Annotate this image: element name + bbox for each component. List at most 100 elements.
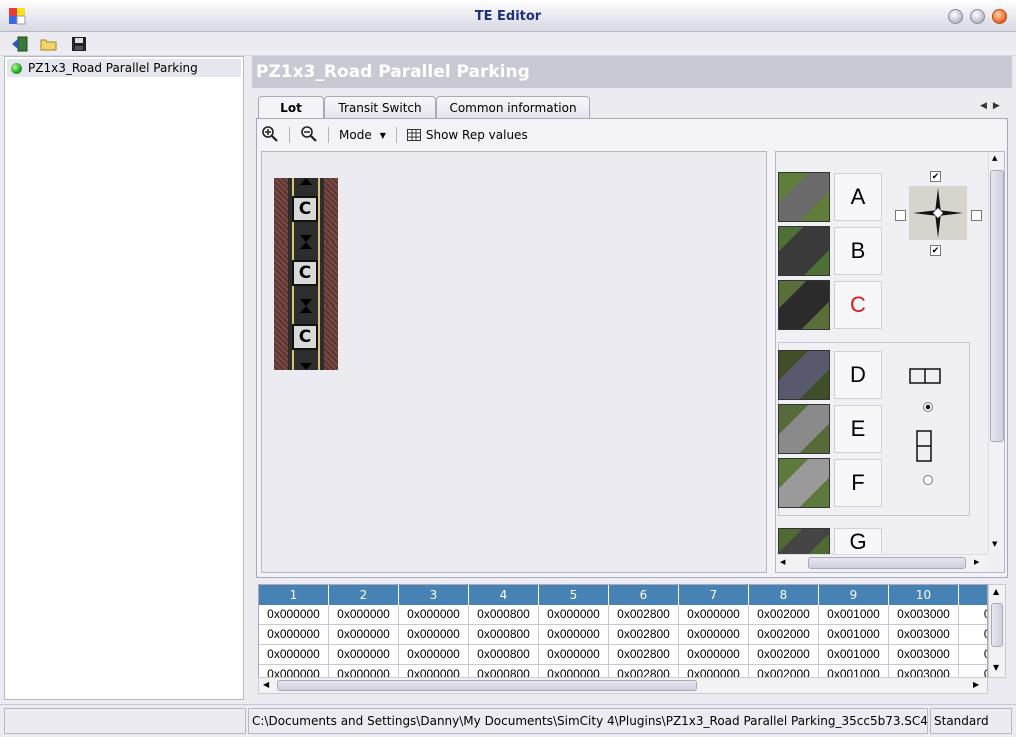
palette-vertical-scrollbar[interactable]: ▲ ▼ xyxy=(988,152,1004,552)
grid-column-header[interactable]: 4 xyxy=(469,585,539,605)
palette-letter-c[interactable]: C xyxy=(834,281,882,329)
table-cell[interactable]: 0x000000 xyxy=(259,645,329,665)
table-cell[interactable]: 0x000000 xyxy=(399,625,469,645)
palette-letter-g[interactable]: G xyxy=(834,528,882,556)
palette-letter-f[interactable]: F xyxy=(834,459,882,507)
table-cell[interactable]: 0x000800 xyxy=(469,625,539,645)
table-cell[interactable]: 0x002000 xyxy=(749,645,819,665)
table-cell[interactable]: 0x000000 xyxy=(539,645,609,665)
exit-button[interactable] xyxy=(10,35,30,53)
tab-right-arrow-icon[interactable]: ▶ xyxy=(993,101,1000,111)
table-cell[interactable]: 0x000000 xyxy=(399,645,469,665)
lot-map-view[interactable]: C C C xyxy=(261,151,767,573)
grid-column-header[interactable]: 2 xyxy=(329,585,399,605)
grid-column-header[interactable]: 10 xyxy=(889,585,959,605)
scroll-down-arrow-icon[interactable]: ▼ xyxy=(992,540,997,548)
grid-scroll-left-arrow-icon[interactable]: ◀ xyxy=(263,680,269,689)
vertical-split-radio[interactable] xyxy=(923,475,933,485)
grid-column-header[interactable]: 6 xyxy=(609,585,679,605)
grid-vertical-scrollbar[interactable]: ▲ ▼ xyxy=(988,584,1006,678)
palette-vertical-scroll-thumb[interactable] xyxy=(990,170,1004,442)
table-cell[interactable]: 0x000000 xyxy=(329,605,399,625)
grid-scroll-down-arrow-icon[interactable]: ▼ xyxy=(993,663,999,672)
grid-column-header[interactable]: 1 xyxy=(259,585,329,605)
table-cell[interactable]: 0x000800 xyxy=(469,605,539,625)
south-checkbox[interactable]: ✔ xyxy=(930,245,941,256)
palette-letter-d[interactable]: D xyxy=(834,351,882,399)
scroll-left-arrow-icon[interactable]: ◀ xyxy=(780,558,785,566)
table-row[interactable]: 0x000000 0x000000 0x000000 0x000800 0x000000… xyxy=(259,605,987,625)
table-cell[interactable]: 0x000000 xyxy=(539,605,609,625)
table-cell[interactable]: 0x0 xyxy=(959,645,987,665)
horizontal-split-radio[interactable] xyxy=(923,402,933,412)
table-cell[interactable]: 0x002800 xyxy=(609,605,679,625)
table-cell[interactable]: 0x000800 xyxy=(469,645,539,665)
palette-horizontal-scrollbar[interactable]: ◀ ▶ xyxy=(776,554,988,570)
scroll-right-arrow-icon[interactable]: ▶ xyxy=(974,558,979,566)
tab-transit-switch[interactable]: Transit Switch xyxy=(324,96,436,118)
palette-image-d[interactable] xyxy=(778,350,830,400)
table-cell[interactable]: 0x000000 xyxy=(679,605,749,625)
show-rep-values-button[interactable]: Show Rep values xyxy=(406,128,528,142)
palette-letter-a[interactable]: A xyxy=(834,173,882,221)
grid-column-header[interactable]: 9 xyxy=(819,585,889,605)
tab-lot[interactable]: Lot xyxy=(258,96,324,119)
mode-dropdown[interactable]: Mode ▼ xyxy=(339,128,386,142)
grid-column-header[interactable]: 5 xyxy=(539,585,609,605)
table-cell[interactable]: 0x002000 xyxy=(749,605,819,625)
east-checkbox[interactable] xyxy=(971,210,982,221)
grid-vertical-scroll-thumb[interactable] xyxy=(991,603,1003,647)
table-row[interactable]: 0x000000 0x000000 0x000000 0x000800 0x000000… xyxy=(259,645,987,665)
scroll-up-arrow-icon[interactable]: ▲ xyxy=(992,154,997,162)
lot-tile[interactable]: C xyxy=(274,242,338,306)
palette-horizontal-scroll-thumb[interactable] xyxy=(808,557,966,569)
table-cell[interactable]: 0x000000 xyxy=(259,625,329,645)
lot-tile[interactable]: C xyxy=(274,178,338,242)
table-cell[interactable]: 0x0 xyxy=(959,625,987,645)
tab-common-information[interactable]: Common information xyxy=(436,96,590,118)
table-cell[interactable]: 0x003000 xyxy=(889,625,959,645)
open-button[interactable] xyxy=(39,35,59,53)
save-button[interactable] xyxy=(69,35,89,53)
table-row[interactable]: 0x000000 0x000000 0x000000 0x000800 0x000000… xyxy=(259,625,987,645)
tree-item-lot[interactable]: PZ1x3_Road Parallel Parking xyxy=(7,59,241,77)
grid-column-header[interactable]: 7 xyxy=(679,585,749,605)
palette-letter-e[interactable]: E xyxy=(834,405,882,453)
table-cell[interactable]: 0x001000 xyxy=(819,605,889,625)
table-cell[interactable]: 0x002800 xyxy=(609,625,679,645)
grid-column-header[interactable]: 8 xyxy=(749,585,819,605)
palette-image-b[interactable] xyxy=(778,226,830,276)
palette-letter-b[interactable]: B xyxy=(834,227,882,275)
table-cell[interactable]: 0x000000 xyxy=(329,645,399,665)
close-button[interactable] xyxy=(992,9,1007,24)
table-cell[interactable]: 0x000000 xyxy=(679,625,749,645)
west-checkbox[interactable] xyxy=(895,210,906,221)
table-cell[interactable]: 0x000000 xyxy=(329,625,399,645)
maximize-button[interactable] xyxy=(970,9,985,24)
grid-horizontal-scrollbar[interactable]: ◀ ▶ xyxy=(258,677,988,694)
palette-image-c[interactable] xyxy=(778,280,830,330)
zoom-in-button[interactable] xyxy=(261,125,279,146)
tab-left-arrow-icon[interactable]: ◀ xyxy=(980,101,987,111)
table-cell[interactable]: 0x003000 xyxy=(889,605,959,625)
table-cell[interactable]: 0x001000 xyxy=(819,645,889,665)
table-cell[interactable]: 0x003000 xyxy=(889,645,959,665)
table-cell[interactable]: 0x000000 xyxy=(679,645,749,665)
table-cell[interactable]: 0x001000 xyxy=(819,625,889,645)
grid-column-header[interactable]: 3 xyxy=(399,585,469,605)
lot-tile-selected[interactable]: C xyxy=(274,306,338,370)
minimize-button[interactable] xyxy=(948,9,963,24)
palette-image-a[interactable] xyxy=(778,172,830,222)
table-cell[interactable]: 0x0 xyxy=(959,605,987,625)
table-cell[interactable]: 0x002800 xyxy=(609,645,679,665)
grid-scroll-right-arrow-icon[interactable]: ▶ xyxy=(973,680,979,689)
grid-scroll-up-arrow-icon[interactable]: ▲ xyxy=(993,587,999,596)
table-cell[interactable]: 0x000000 xyxy=(539,625,609,645)
zoom-out-button[interactable] xyxy=(300,125,318,146)
grid-column-header[interactable]: 11 xyxy=(959,585,987,605)
north-checkbox[interactable]: ✔ xyxy=(930,171,941,182)
palette-image-f[interactable] xyxy=(778,458,830,508)
table-cell[interactable]: 0x002000 xyxy=(749,625,819,645)
table-cell[interactable]: 0x000000 xyxy=(259,605,329,625)
palette-image-e[interactable] xyxy=(778,404,830,454)
